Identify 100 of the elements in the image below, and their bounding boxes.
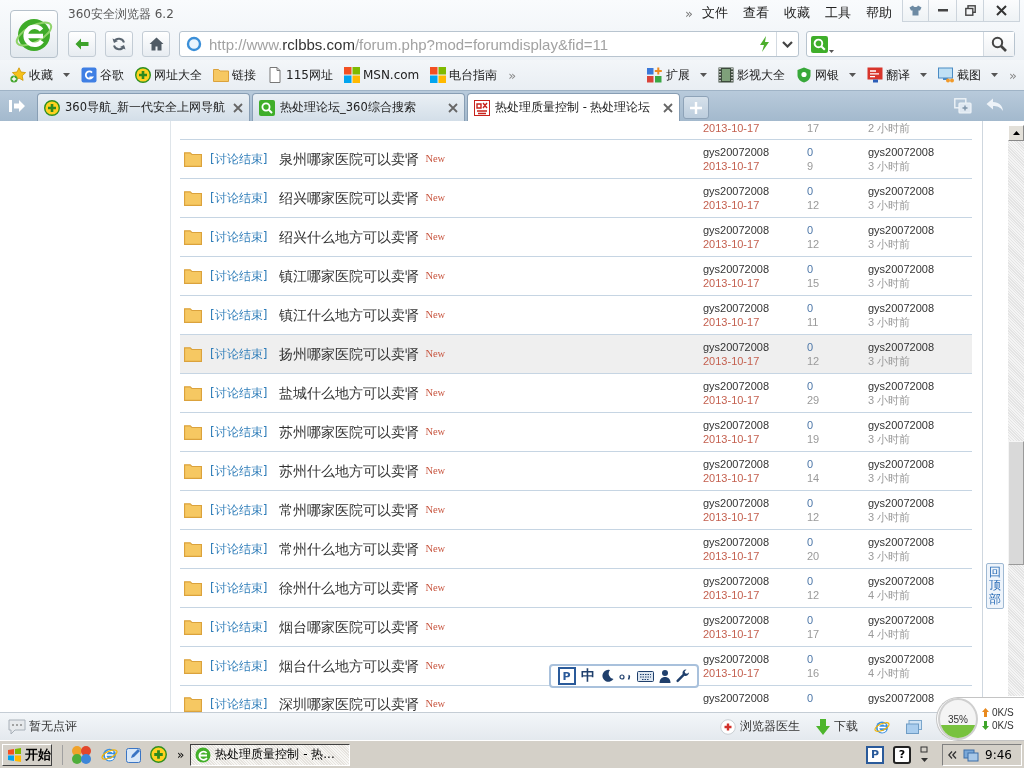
scroll-up-button[interactable] — [1008, 125, 1024, 141]
thread-status-link[interactable]: [讨论结束] — [210, 385, 268, 401]
close-icon[interactable] — [448, 102, 458, 113]
bookmark-item[interactable]: 翻译 — [867, 64, 928, 86]
close-icon[interactable] — [663, 102, 673, 113]
last-poster-link[interactable]: gys20072008 — [868, 457, 935, 471]
author-link[interactable]: gys20072008 — [703, 535, 770, 549]
thread-status-link[interactable]: [讨论结束] — [210, 696, 268, 712]
reply-count[interactable]: 0 — [807, 652, 814, 666]
thread-status-link[interactable]: [讨论结束] — [210, 580, 268, 596]
last-poster-link[interactable]: gys20072008 — [868, 496, 935, 510]
last-poster-link[interactable]: gys20072008 — [868, 574, 935, 588]
author-link[interactable]: gys20072008 — [703, 223, 770, 237]
thread-title-link[interactable]: 苏州哪家医院可以卖肾 — [279, 424, 420, 440]
menu-item[interactable]: 文件 — [702, 4, 728, 22]
last-poster-link[interactable]: gys20072008 — [868, 223, 935, 237]
search-button[interactable] — [983, 32, 1014, 56]
author-link[interactable]: gys20072008 — [703, 379, 770, 393]
scrollbar-thumb[interactable] — [1008, 441, 1024, 565]
sidebar-toggle-icon[interactable] — [9, 99, 25, 113]
ime-logo[interactable]: P — [866, 745, 884, 764]
refresh-button[interactable] — [105, 31, 133, 57]
window-icon[interactable] — [906, 719, 922, 734]
keyboard-icon[interactable] — [636, 670, 654, 682]
moon-icon[interactable] — [600, 669, 615, 683]
last-poster-link[interactable]: gys20072008 — [868, 691, 935, 705]
last-poster-link[interactable]: gys20072008 — [868, 262, 935, 276]
last-poster-link[interactable]: gys20072008 — [868, 418, 935, 432]
menu-item[interactable]: 帮助 — [866, 4, 892, 22]
browser-doctor-button[interactable]: 浏览器医生 — [720, 718, 800, 735]
bookmark-item[interactable]: 收藏 — [10, 64, 70, 86]
last-poster-link[interactable]: gys20072008 — [868, 535, 935, 549]
bookmark-item[interactable]: 链接 — [213, 64, 256, 86]
thread-title-link[interactable]: 盐城什么地方可以卖肾 — [279, 385, 420, 401]
reply-count[interactable]: 0 — [807, 574, 814, 588]
thread-title-link[interactable]: 徐州什么地方可以卖肾 — [279, 580, 420, 596]
help-button[interactable]: ? — [893, 745, 911, 764]
thread-title-link[interactable]: 绍兴哪家医院可以卖肾 — [279, 190, 420, 206]
download-button[interactable]: 下载 — [816, 718, 858, 735]
thread-status-link[interactable]: [讨论结束] — [210, 268, 268, 284]
bookmark-item[interactable]: 电台指南 — [430, 64, 498, 86]
thread-title-link[interactable]: 绍兴什么地方可以卖肾 — [279, 229, 420, 245]
home-button[interactable] — [142, 31, 170, 57]
thread-title-link[interactable]: 苏州什么地方可以卖肾 — [279, 463, 420, 479]
author-link[interactable]: gys20072008 — [703, 574, 770, 588]
thread-title-link[interactable]: 常州哪家医院可以卖肾 — [279, 502, 420, 518]
thread-title-link[interactable]: 泉州哪家医院可以卖肾 — [279, 151, 420, 167]
bookmark-item[interactable]: 网址大全 — [135, 64, 202, 86]
edit-icon[interactable] — [126, 746, 142, 763]
thread-status-link[interactable]: [讨论结束] — [210, 658, 268, 674]
quick-launch-overflow-button[interactable]: » — [177, 747, 185, 762]
last-poster-link[interactable]: gys20072008 — [868, 652, 935, 666]
thread-status-link[interactable]: [讨论结束] — [210, 229, 268, 245]
reply-count[interactable]: 0 — [807, 613, 814, 627]
browser-icon[interactable] — [101, 746, 118, 763]
ime-mode-toggle[interactable]: 中 — [580, 667, 595, 685]
switch-icon[interactable] — [920, 745, 929, 764]
author-link[interactable]: gys20072008 — [703, 652, 770, 666]
thread-title-link[interactable]: 镇江哪家医院可以卖肾 — [279, 268, 420, 284]
taskbar-button[interactable]: 热处理质量控制 - 热... — [190, 743, 351, 766]
reply-count[interactable]: 0 — [807, 418, 814, 432]
thread-status-link[interactable]: [讨论结束] — [210, 190, 268, 206]
reply-count[interactable]: 0 — [807, 496, 814, 510]
thread-title-link[interactable]: 扬州哪家医院可以卖肾 — [279, 346, 420, 362]
double-chevron-icon[interactable] — [948, 750, 957, 759]
start-button[interactable]: 开始 — [2, 743, 52, 766]
author-link[interactable]: gys20072008 — [703, 184, 770, 198]
reply-count[interactable]: 0 — [807, 184, 814, 198]
thread-row[interactable]: [讨论结束] 扬州哪家医院可以卖肾 New gys20072008 2013-10-17 0 12 gys20072008 3 小时前 — [180, 335, 972, 374]
plus-circle-icon[interactable] — [150, 746, 167, 763]
thread-status-link[interactable]: [讨论结束] — [210, 151, 268, 167]
reply-count[interactable]: 0 — [807, 223, 814, 237]
last-poster-link[interactable]: gys20072008 — [868, 145, 935, 159]
thread-status-link[interactable]: [讨论结束] — [210, 541, 268, 557]
thread-title-link[interactable]: 深圳哪家医院可以卖肾 — [279, 696, 420, 712]
thread-title-link[interactable]: 常州什么地方可以卖肾 — [279, 541, 420, 557]
menu-item[interactable]: 工具 — [825, 4, 851, 22]
ime-logo[interactable]: P — [557, 667, 576, 685]
close-button[interactable] — [983, 0, 1020, 22]
author-link[interactable]: gys20072008 — [703, 340, 770, 354]
reply-count[interactable]: 0 — [807, 379, 814, 393]
close-icon[interactable] — [233, 102, 243, 113]
thread-status-link[interactable]: [讨论结束] — [210, 346, 268, 362]
menu-item[interactable]: 收藏 — [784, 4, 810, 22]
thread-title-link[interactable]: 镇江什么地方可以卖肾 — [279, 307, 420, 323]
author-link[interactable]: gys20072008 — [703, 691, 770, 705]
thread-status-link[interactable]: [讨论结束] — [210, 463, 268, 479]
back-button[interactable] — [68, 31, 96, 57]
menu-item[interactable]: 查看 — [743, 4, 769, 22]
bookmark-item[interactable]: 影视大全 — [718, 64, 786, 86]
reply-count[interactable]: 0 — [807, 457, 814, 471]
search-field[interactable] — [806, 31, 1015, 57]
bookmark-item[interactable]: 扩展 — [647, 64, 708, 86]
author-link[interactable]: gys20072008 — [703, 496, 770, 510]
bookmark-item[interactable]: 网银 — [796, 64, 857, 86]
user-icon[interactable] — [659, 669, 672, 683]
menu-overflow-button[interactable]: » — [685, 5, 693, 21]
thread-status-link[interactable]: [讨论结束] — [210, 307, 268, 323]
author-link[interactable]: gys20072008 — [703, 418, 770, 432]
thread-title-link[interactable]: 烟台哪家医院可以卖肾 — [279, 619, 420, 635]
